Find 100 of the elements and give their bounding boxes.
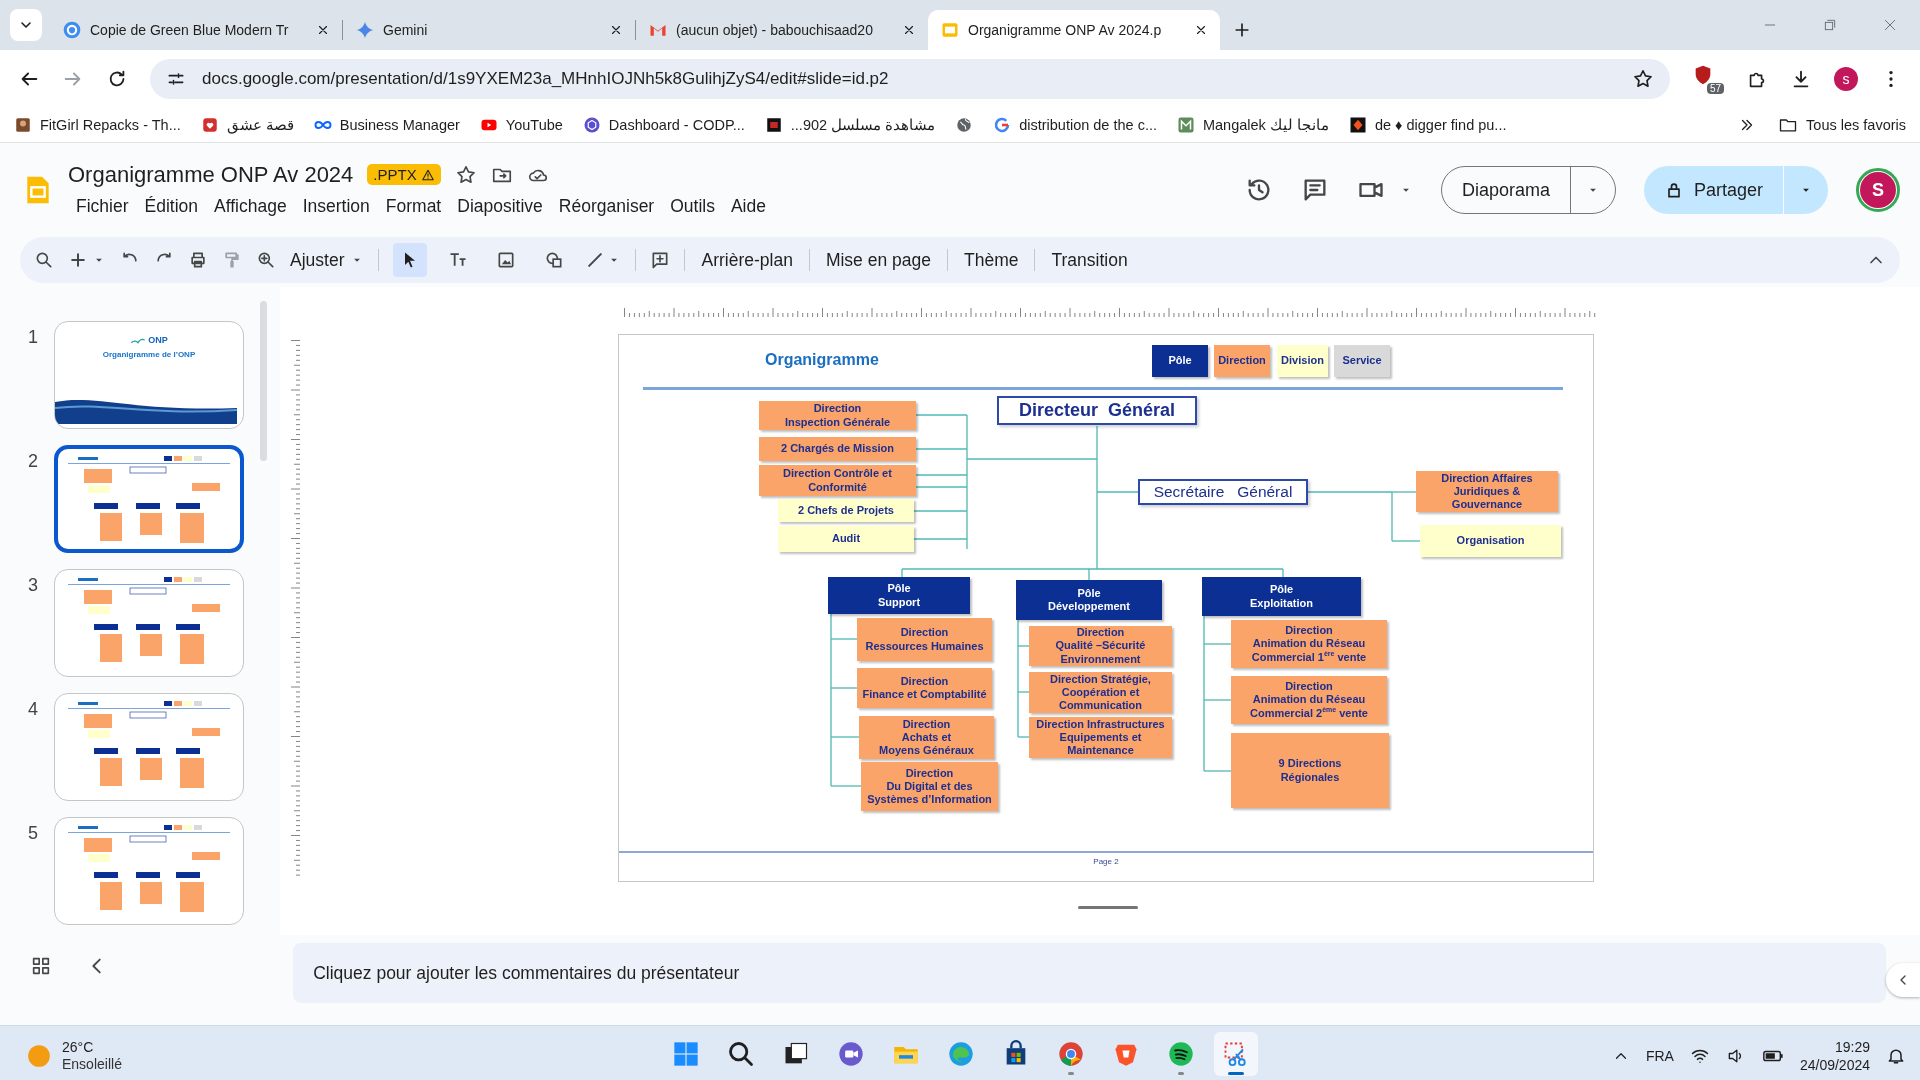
all-bookmarks-button[interactable]: Tous les favoris xyxy=(1778,115,1906,135)
unit-box: Direction Du Digital et des Systèmes d’Information xyxy=(861,762,998,811)
toolbar-button[interactable]: Mise en page xyxy=(823,247,933,273)
mini-box xyxy=(136,872,160,878)
language-indicator[interactable]: FRA xyxy=(1645,1048,1674,1064)
menu-item[interactable]: Édition xyxy=(136,193,207,219)
menu-item[interactable]: Outils xyxy=(662,193,723,219)
spotify-icon[interactable] xyxy=(1167,1040,1195,1068)
bookmark[interactable]: Business Manager xyxy=(313,116,460,134)
bell-icon[interactable] xyxy=(1886,1046,1906,1066)
image-icon[interactable] xyxy=(496,250,517,270)
close-icon[interactable] xyxy=(609,23,623,37)
bookmark[interactable]: مشاهدة مسلسل 902... xyxy=(764,116,936,134)
mini-box xyxy=(192,604,220,612)
sparkle-icon[interactable] xyxy=(355,20,375,40)
search-icon[interactable] xyxy=(727,1040,755,1068)
menu-item[interactable]: Diapositive xyxy=(449,193,551,219)
speaker-notes-field[interactable]: Cliquez pour ajouter les commentaires du présentateur xyxy=(293,943,1887,1003)
mini-box xyxy=(180,758,204,788)
slide-number: 4 xyxy=(28,698,39,720)
mini-box xyxy=(194,825,202,830)
document-title[interactable]: Organigramme ONP Av 2024 xyxy=(68,161,354,188)
mini-box xyxy=(140,634,162,656)
slide-caption: Organigramme de l’ONP xyxy=(102,350,196,359)
profile-avatar[interactable]: s xyxy=(1834,67,1858,91)
globe-icon[interactable] xyxy=(955,116,974,134)
close-icon[interactable] xyxy=(1194,23,1208,37)
photo-icon[interactable] xyxy=(14,116,32,134)
slide-number: 5 xyxy=(28,822,39,844)
slide-number: 2 xyxy=(28,450,39,472)
mini-box xyxy=(129,466,167,474)
menu-item[interactable]: Aide xyxy=(722,193,774,219)
mini-box xyxy=(184,701,192,706)
count-badge: 57 xyxy=(1706,83,1724,94)
account-avatar[interactable]: S xyxy=(1856,168,1900,212)
toolbar-button[interactable]: Thème xyxy=(962,247,1021,273)
browser-tab[interactable]: Copie de Green Blue Modern Tr xyxy=(50,10,342,50)
mini-box xyxy=(140,882,162,904)
bookmark[interactable]: distribution de the c... xyxy=(993,116,1157,134)
mini-box xyxy=(136,624,160,630)
slide-thumbnail[interactable] xyxy=(54,445,244,553)
pole-box: Pôle Développement xyxy=(1016,580,1162,620)
menu-item[interactable]: Format xyxy=(377,193,450,219)
unit-box: Direction Ressources Humaines xyxy=(857,618,992,661)
unit-box: Direction Affaires Juridiques & Gouvernance xyxy=(1416,471,1558,512)
address-bar[interactable]: docs.google.com/presentation/d/1s9YXEM23a_MHnhIOJNh5k8GulihjZyS4/edit#slide=id.p2 xyxy=(150,59,1670,99)
circle-logo-icon[interactable] xyxy=(62,20,82,40)
unit-box: Direction Achats et Moyens Généraux xyxy=(859,716,994,759)
slide-thumbnail[interactable] xyxy=(54,817,244,925)
add-comment-icon[interactable] xyxy=(650,250,671,270)
slide-thumbnail[interactable]: ONP Organigramme de l’ONP xyxy=(54,321,244,429)
slide-thumbnail[interactable] xyxy=(54,569,244,677)
bookmark[interactable]: YouTube xyxy=(479,116,563,134)
extension-button[interactable]: 57 xyxy=(1692,64,1724,94)
ring-icon[interactable] xyxy=(993,116,1012,134)
mini-box xyxy=(180,513,204,543)
mini-box xyxy=(94,503,118,509)
bookmark[interactable]: Mangalek مانجا ليك xyxy=(1176,116,1329,134)
bookmark[interactable]: قصة عشق xyxy=(200,116,294,134)
slide-thumbnail[interactable] xyxy=(54,693,244,801)
mini-box xyxy=(180,634,204,664)
restore-icon[interactable] xyxy=(1822,17,1838,33)
scrollbar[interactable] xyxy=(1078,906,1138,909)
menu-item[interactable]: Réorganiser xyxy=(550,193,663,219)
star-icon[interactable] xyxy=(1632,68,1654,90)
bookmark[interactable]: FitGirl Repacks - Th... xyxy=(14,116,181,134)
unit-box: 9 Directions Régionales xyxy=(1231,733,1389,808)
toolbar-button[interactable]: Transition xyxy=(1049,247,1130,273)
scrollbar[interactable] xyxy=(260,301,267,461)
mini-box xyxy=(136,748,160,754)
mini-box xyxy=(194,577,202,582)
zoom-dropdown[interactable]: Ajuster xyxy=(290,249,365,271)
star-icon[interactable] xyxy=(454,163,477,186)
mini-box xyxy=(174,577,182,582)
browser-tab[interactable]: Gemini xyxy=(343,10,635,50)
m-shape-icon[interactable] xyxy=(1176,116,1195,134)
close-icon[interactable] xyxy=(316,23,330,37)
chrome-icon[interactable] xyxy=(1057,1040,1085,1068)
mini-box xyxy=(100,758,122,786)
menu-item[interactable]: Insertion xyxy=(294,193,378,219)
browser-tab[interactable]: Organigramme ONP Av 2024.p xyxy=(928,10,1220,50)
menu-item[interactable]: Affichage xyxy=(206,193,295,219)
browser-tab[interactable]: (aucun objet) - babouchisaad20 xyxy=(636,10,928,50)
grid-view-icon[interactable] xyxy=(30,955,52,977)
print-icon[interactable] xyxy=(188,250,208,270)
tool-button[interactable] xyxy=(393,243,428,277)
windows-icon[interactable] xyxy=(672,1040,700,1068)
clock[interactable]: 19:29 24/09/2024 xyxy=(1799,1037,1870,1075)
toolbar-button[interactable]: Arrière-plan xyxy=(699,247,795,273)
zoom-icon[interactable] xyxy=(256,250,276,270)
chat-icon[interactable] xyxy=(837,1040,865,1068)
bookmark[interactable]: de ♦ digger find pu... xyxy=(1348,116,1507,134)
mini-box xyxy=(88,854,110,862)
close-icon[interactable] xyxy=(902,23,916,37)
square-icon[interactable] xyxy=(764,116,783,134)
unit-box: Direction Qualité –Sécurité Environnement xyxy=(1029,626,1172,666)
menu-item[interactable]: Fichier xyxy=(68,193,137,219)
bookmark[interactable]: Dashboard - CODP... xyxy=(582,116,745,134)
slide-number: 1 xyxy=(28,326,39,348)
search-icon[interactable] xyxy=(34,250,54,270)
